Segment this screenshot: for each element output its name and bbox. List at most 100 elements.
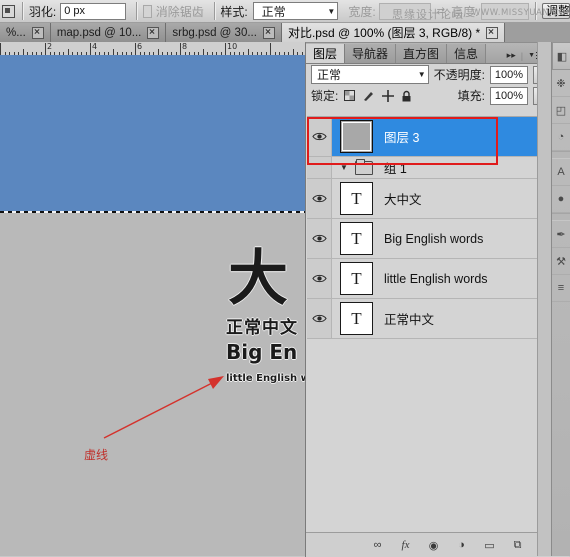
feather-input[interactable] — [60, 2, 127, 20]
right-icon-dock: ◧ ❉ ◰ ◔ A ● ✒ ⚒ ≡ — [551, 42, 570, 556]
divider — [136, 2, 137, 20]
lock-label: 锁定: — [311, 89, 339, 103]
panel-tab-导航器[interactable]: 导航器 — [345, 44, 397, 63]
dock-separator — [552, 151, 570, 159]
eye-icon — [311, 314, 327, 323]
style-select[interactable]: 正常 ▼ — [252, 2, 339, 20]
width-input[interactable] — [378, 2, 431, 20]
style-label: 样式: — [220, 4, 248, 19]
document-tab-3[interactable]: 对比.psd @ 100% (图层 3, RGB/8) * — [281, 23, 506, 42]
layer-name: 大中文 — [384, 193, 422, 207]
close-icon[interactable] — [147, 26, 160, 39]
document-tab-1[interactable]: map.psd @ 10... — [50, 23, 167, 42]
panel-tab-图层[interactable]: 图层 — [306, 44, 346, 63]
rectangular-marquee-icon[interactable] — [0, 1, 16, 21]
layer-row[interactable]: T 大中文 — [307, 179, 539, 219]
paths-icon[interactable]: ✒ — [552, 221, 570, 248]
options-bar: 羽化: 消除锯齿 样式: 正常 ▼ 宽度: ⇄ 高度: 调整边 思缘设计论坛 W… — [0, 0, 570, 23]
antialias-checkbox[interactable] — [142, 4, 152, 18]
height-input[interactable] — [481, 2, 530, 20]
canvas-area[interactable]: 大 正常中文 Big En little English w 虚线 — [0, 55, 305, 556]
layer-visibility-toggle[interactable] — [307, 179, 332, 218]
ruler-label: 6 — [137, 42, 143, 51]
globe-icon[interactable]: ◔ — [552, 124, 570, 151]
artwork-text-normal-chinese: 正常中文 — [226, 318, 298, 338]
layer-row[interactable]: T 正常中文 — [307, 299, 539, 339]
adjust-edge-button[interactable]: 调整边 — [542, 3, 570, 19]
layer-thumbnail[interactable]: T — [340, 262, 373, 295]
layer-list[interactable]: 图层 3 ▼ 组 1 T 大中文 T Big English words Tlittle En… — [307, 116, 539, 533]
layer-visibility-toggle[interactable] — [307, 157, 332, 178]
panel-tab-strip: 图层 导航器 直方图 信息 ▸▸ | ▼ — [306, 43, 553, 64]
document-tab-bar: %... map.psd @ 10... srbg.psd @ 30... 对比.ps… — [0, 22, 570, 43]
feather-label: 羽化: — [28, 4, 57, 19]
divider — [22, 2, 23, 20]
artwork-text-little-english: little English w — [226, 373, 305, 384]
panel-tab-直方图[interactable]: 直方图 — [396, 44, 448, 63]
mask-icon[interactable]: ❉ — [552, 70, 570, 97]
double-chevron-right-icon[interactable]: ▸▸ — [507, 50, 516, 61]
document-tab-0[interactable]: %... — [0, 23, 51, 42]
layer-visibility-toggle[interactable] — [307, 259, 332, 298]
layer-row[interactable]: 图层 3 — [307, 117, 539, 157]
blend-mode-select[interactable]: 正常 ▼ — [311, 65, 429, 84]
close-icon[interactable] — [486, 26, 499, 39]
gradient-icon[interactable]: ◰ — [552, 97, 570, 124]
ruler-label: 8 — [182, 42, 188, 51]
panel-tab-信息[interactable]: 信息 — [447, 44, 487, 63]
layer-visibility-toggle[interactable] — [307, 117, 332, 156]
new-group-icon[interactable]: ▭ — [482, 538, 497, 553]
layers-panel-toolbar: ∞fx◉◑▭⧉Ὕ1 — [306, 532, 569, 557]
lock-image-icon[interactable] — [362, 89, 375, 102]
opacity-value[interactable]: 100% — [490, 65, 528, 84]
link-layers-icon[interactable]: ∞ — [370, 538, 385, 553]
chevron-down-icon: ▼ — [417, 70, 426, 79]
eye-icon — [311, 274, 327, 283]
lock-all-icon[interactable] — [400, 89, 413, 102]
layer-name: 图层 3 — [384, 131, 420, 145]
layer-name: 正常中文 — [384, 313, 435, 327]
document-tab-2[interactable]: srbg.psd @ 30... — [166, 23, 282, 42]
eye-icon — [311, 194, 327, 203]
layer-visibility-toggle[interactable] — [307, 219, 332, 258]
fill-value[interactable]: 100% — [490, 86, 528, 105]
lock-position-icon[interactable] — [381, 89, 394, 102]
blend-opacity-row: 正常 ▼ 不透明度: 100% ▶ — [306, 64, 553, 85]
swap-icon[interactable]: ⇄ — [437, 6, 445, 17]
layer-row[interactable]: ▼ 组 1 — [307, 157, 539, 179]
antialias-label: 消除锯齿 — [155, 4, 204, 19]
height-label: 高度: — [451, 4, 479, 19]
layer-thumbnail[interactable] — [340, 120, 373, 153]
new-layer-icon[interactable]: ⧉ — [510, 538, 525, 553]
close-icon[interactable] — [31, 26, 44, 39]
layer-mask-icon[interactable]: ◉ — [426, 538, 441, 553]
ruler-label: 4 — [92, 42, 98, 51]
history-brush-icon[interactable]: ◧ — [552, 42, 570, 70]
layer-thumbnail[interactable]: T — [340, 182, 373, 215]
opacity-label: 不透明度: — [433, 68, 485, 82]
adjustment-layer-icon[interactable]: ◑ — [454, 538, 469, 553]
document-tab-label: 对比.psd @ 100% (图层 3, RGB/8) * — [287, 26, 481, 40]
layer-row[interactable]: Tlittle English words — [307, 259, 539, 299]
group-expand-icon[interactable]: ▼ — [340, 163, 348, 172]
brush-icon[interactable]: ● — [552, 186, 570, 213]
artwork-text-big-english: Big En — [226, 340, 298, 364]
document-tab-label: srbg.psd @ 30... — [172, 26, 257, 39]
ruler-tick — [45, 43, 46, 55]
close-icon[interactable] — [262, 26, 275, 39]
layer-style-fx-icon[interactable]: fx — [398, 538, 413, 553]
document-tab-label: map.psd @ 10... — [56, 26, 142, 39]
dock-separator — [552, 213, 570, 221]
layer-name: Big English words — [384, 231, 484, 246]
panel-collapse-strip[interactable] — [537, 42, 552, 556]
layer-row[interactable]: T Big English words — [307, 219, 539, 259]
actions-icon[interactable]: ≡ — [552, 275, 570, 302]
layer-visibility-toggle[interactable] — [307, 299, 332, 338]
lock-transparency-icon[interactable] — [343, 89, 356, 102]
tools-icon[interactable]: ⚒ — [552, 248, 570, 275]
layer-thumbnail[interactable]: T — [340, 302, 373, 335]
layer-thumbnail[interactable]: T — [340, 222, 373, 255]
ruler-tick — [135, 43, 136, 55]
ruler-label: 2 — [47, 42, 53, 51]
character-icon[interactable]: A — [552, 159, 570, 186]
